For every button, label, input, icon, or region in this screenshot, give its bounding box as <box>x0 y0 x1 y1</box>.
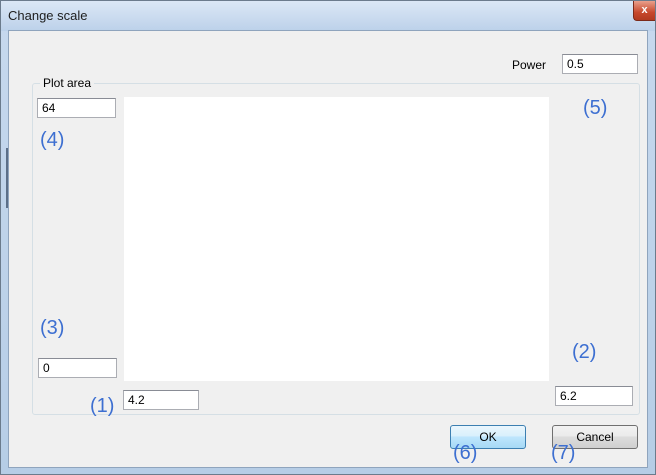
callout-2: (2) <box>572 341 597 363</box>
close-icon[interactable]: x <box>633 1 655 21</box>
callout-3: (3) <box>40 317 65 339</box>
title-bar[interactable]: Change scale x <box>1 1 655 31</box>
plot-canvas[interactable] <box>124 97 549 381</box>
power-input[interactable] <box>562 54 638 74</box>
callout-4: (4) <box>40 129 65 151</box>
callout-7: (7) <box>551 442 576 464</box>
window-edge-marker <box>6 148 8 208</box>
callout-1: (1) <box>90 395 115 417</box>
y-max-input[interactable] <box>37 98 116 118</box>
x-min-input[interactable] <box>123 390 199 410</box>
power-label: Power <box>512 58 547 72</box>
x-max-input[interactable] <box>555 386 633 406</box>
plot-area-label: Plot area <box>40 76 95 90</box>
window-title: Change scale <box>8 8 88 23</box>
callout-6: (6) <box>453 442 478 464</box>
y-min-input[interactable] <box>38 358 117 378</box>
